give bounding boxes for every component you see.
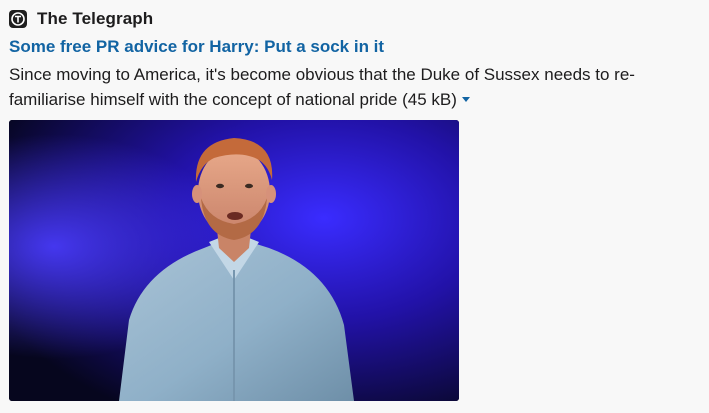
source-name: The Telegraph bbox=[37, 9, 154, 28]
article-headline-link[interactable]: Some free PR advice for Harry: Put a soc… bbox=[9, 36, 699, 58]
source-row: The Telegraph bbox=[9, 8, 699, 30]
article-image[interactable] bbox=[9, 120, 459, 401]
photo-illustration bbox=[9, 120, 459, 401]
link-unfurl: The Telegraph Some free PR advice for Ha… bbox=[9, 8, 699, 401]
caret-down-icon[interactable] bbox=[461, 97, 470, 103]
file-size: (45 kB) bbox=[402, 90, 457, 109]
description-text: Since moving to America, it's become obv… bbox=[9, 65, 635, 109]
telegraph-logo-icon bbox=[9, 10, 27, 28]
article-description: Since moving to America, it's become obv… bbox=[9, 62, 697, 112]
